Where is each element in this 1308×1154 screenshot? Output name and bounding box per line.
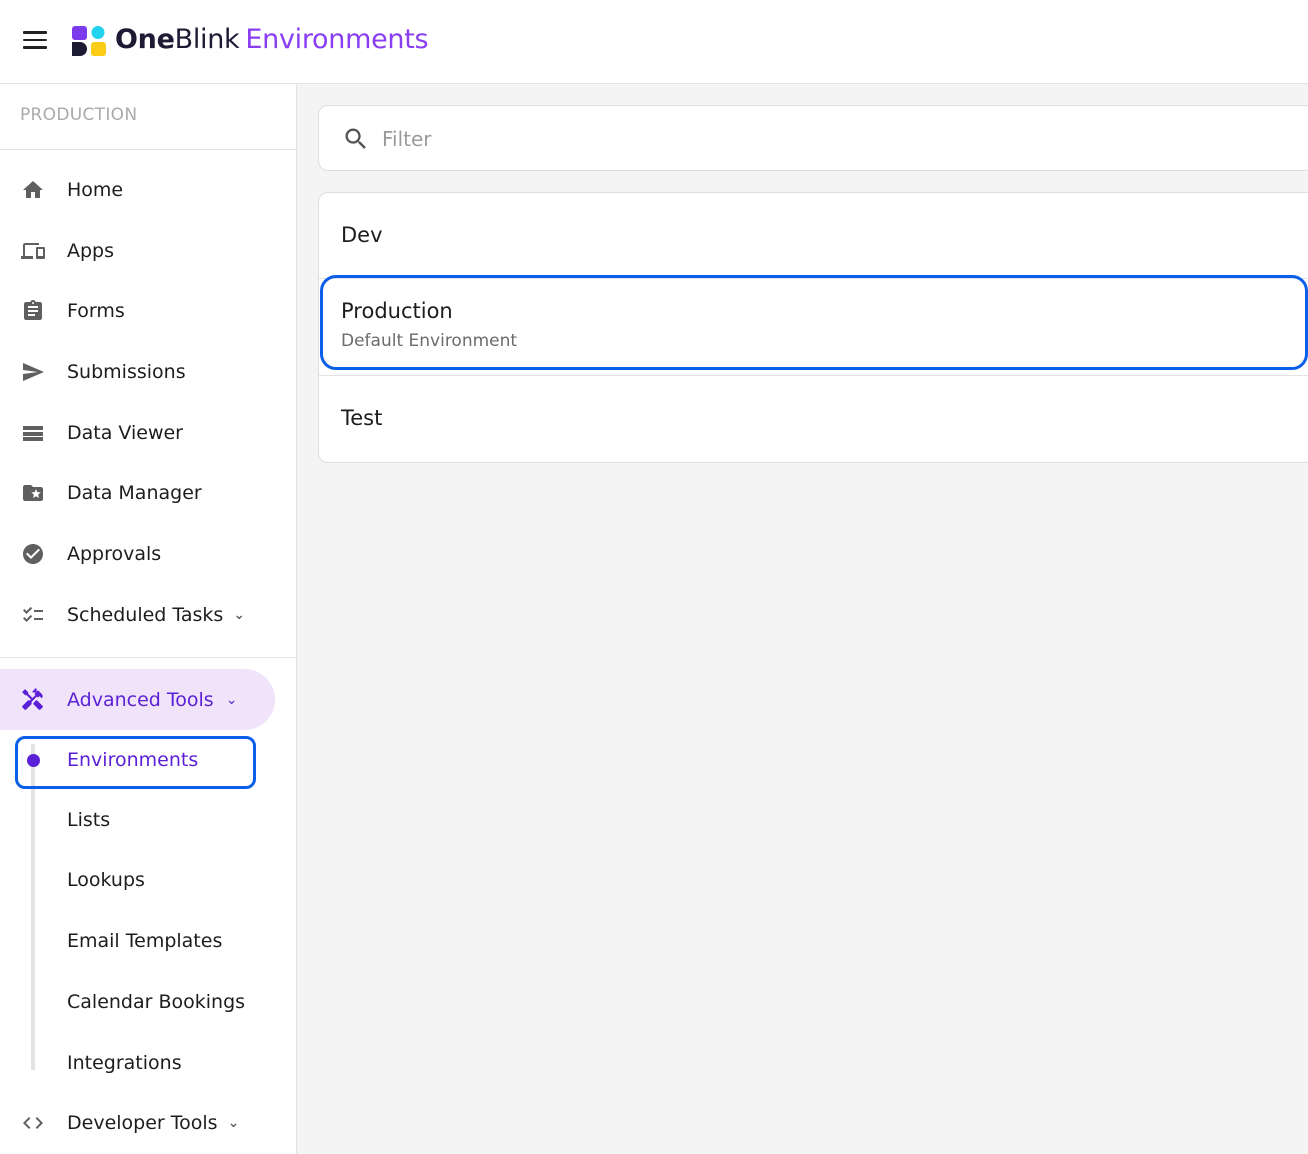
sidebar-subitem-calendar-bookings[interactable]: Calendar Bookings	[0, 977, 296, 1027]
sidebar-item-label: Email Templates	[67, 930, 223, 952]
active-indicator-dot	[27, 753, 40, 767]
sidebar-item-label: Environments	[67, 749, 199, 771]
sidebar-item-label: Forms	[67, 300, 125, 322]
sidebar-item-advanced-tools[interactable]: Advanced Tools ⌄	[0, 669, 275, 730]
environment-list: Dev Production Default Environment Test	[318, 192, 1308, 463]
environment-description: Default Environment	[341, 331, 518, 351]
chevron-down-icon[interactable]: ⌄	[226, 692, 238, 708]
sidebar-subitem-environments[interactable]: Environments	[0, 735, 296, 785]
sidebar-item-developer-tools[interactable]: Developer Tools ⌄	[0, 1098, 296, 1148]
sidebar-subitem-lookups[interactable]: Lookups	[0, 855, 296, 905]
top-app-bar: OneBlink Environments	[0, 0, 1308, 84]
home-icon	[20, 177, 46, 203]
sidebar: PRODUCTION Home Apps Forms Submissions D…	[0, 84, 297, 1154]
filter-input[interactable]	[382, 122, 1282, 156]
list-item-test[interactable]: Test	[319, 376, 1308, 462]
sidebar-item-label: Scheduled Tasks	[67, 604, 224, 626]
sidebar-subitem-lists[interactable]: Lists	[0, 795, 296, 845]
code-icon	[20, 1110, 46, 1136]
divider	[0, 657, 296, 658]
sidebar-item-label: Developer Tools	[67, 1112, 218, 1134]
sidebar-item-label: Advanced Tools	[67, 688, 214, 711]
check-circle-icon	[20, 541, 46, 567]
divider	[0, 149, 296, 150]
sidebar-item-label: Lists	[67, 809, 111, 831]
environment-label: PRODUCTION	[20, 105, 138, 125]
sidebar-item-scheduled-tasks[interactable]: Scheduled Tasks ⌄	[0, 590, 296, 640]
devices-icon	[20, 238, 46, 264]
brand-blink: Blink	[174, 24, 240, 55]
brand-one: One	[115, 24, 175, 55]
sidebar-item-data-viewer[interactable]: Data Viewer	[0, 408, 296, 458]
send-icon	[20, 359, 46, 385]
list-item-dev[interactable]: Dev	[319, 193, 1308, 278]
brand-section: Environments	[245, 24, 429, 55]
sidebar-item-label: Data Manager	[67, 482, 202, 504]
sidebar-item-label: Integrations	[67, 1052, 182, 1074]
oneblink-logo-icon	[72, 26, 106, 56]
sidebar-item-data-manager[interactable]: Data Manager	[0, 468, 296, 518]
sidebar-item-home[interactable]: Home	[0, 165, 296, 215]
chevron-down-icon[interactable]: ⌄	[228, 1115, 240, 1131]
sidebar-item-label: Home	[67, 179, 124, 201]
folder-star-icon	[20, 480, 46, 506]
app-title: OneBlink Environments	[115, 22, 429, 58]
environment-name: Production	[341, 299, 453, 323]
sidebar-item-label: Approvals	[67, 543, 162, 565]
sidebar-item-label: Apps	[67, 240, 115, 262]
tools-icon	[20, 687, 46, 713]
sidebar-item-label: Lookups	[67, 869, 145, 891]
sidebar-item-label: Calendar Bookings	[67, 991, 246, 1013]
sidebar-item-label: Data Viewer	[67, 422, 183, 444]
list-item-production[interactable]: Production Default Environment	[319, 279, 1308, 375]
sidebar-item-approvals[interactable]: Approvals	[0, 529, 296, 579]
checklist-icon	[20, 602, 46, 628]
menu-icon[interactable]	[23, 31, 47, 49]
clipboard-icon	[20, 298, 46, 324]
sidebar-subitem-integrations[interactable]: Integrations	[0, 1038, 296, 1088]
sidebar-subitem-email-templates[interactable]: Email Templates	[0, 916, 296, 966]
environment-name: Dev	[341, 223, 383, 247]
sidebar-item-label: Submissions	[67, 361, 186, 383]
sidebar-item-submissions[interactable]: Submissions	[0, 347, 296, 397]
sidebar-item-apps[interactable]: Apps	[0, 226, 296, 276]
filter-bar	[318, 105, 1308, 171]
list-icon	[20, 420, 46, 446]
search-icon	[342, 125, 370, 153]
main-content: Dev Production Default Environment Test	[297, 84, 1308, 1154]
sidebar-item-forms[interactable]: Forms	[0, 286, 296, 336]
environment-name: Test	[341, 406, 383, 430]
chevron-down-icon[interactable]: ⌄	[233, 607, 245, 623]
